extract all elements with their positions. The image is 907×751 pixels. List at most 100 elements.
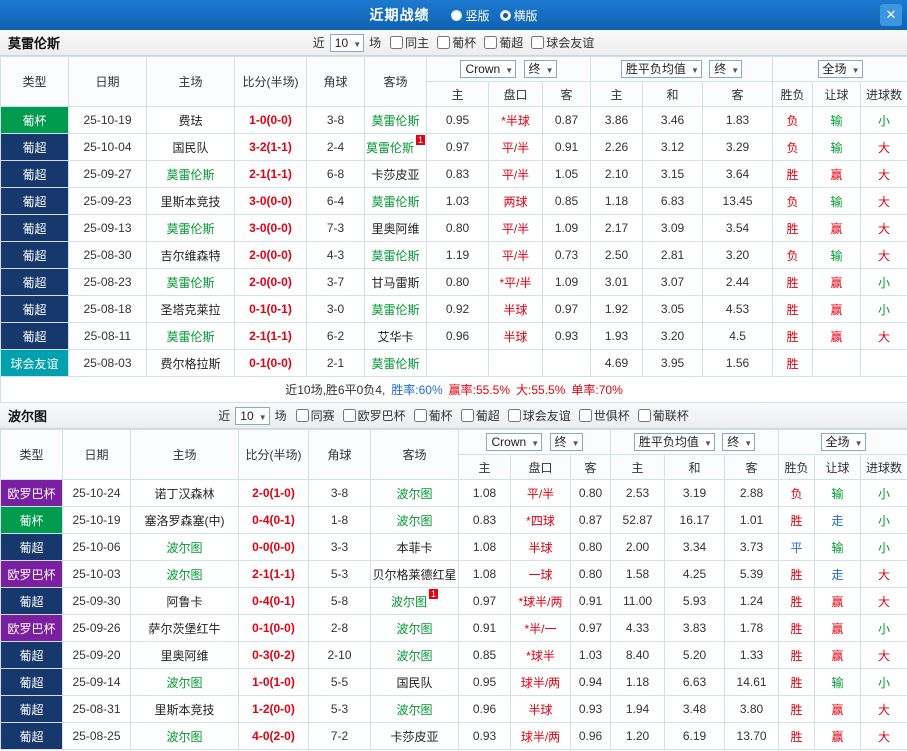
handicap-odds-away: 1.09: [541, 214, 592, 242]
checkbox-icon[interactable]: [637, 409, 651, 422]
corner-score: 3-8: [306, 106, 365, 134]
match-date: 25-08-18: [68, 295, 147, 323]
filter-bar: 近 10 场 同主 葡杯 葡超 球会友谊: [313, 33, 594, 53]
filter-checkbox-同主[interactable]: 同主: [390, 34, 429, 51]
layout-radio-vertical[interactable]: 竖版: [451, 7, 490, 24]
handicap-odds-home: 0.96: [426, 322, 489, 350]
handicap-odds-away: 0.97: [541, 295, 592, 323]
checkbox-icon[interactable]: [578, 409, 592, 422]
avg-odds-select[interactable]: 胜平负均值: [633, 433, 715, 452]
close-icon[interactable]: ✕: [880, 4, 902, 26]
checkbox-icon[interactable]: [484, 36, 498, 49]
handicap-result-cell: 输: [812, 133, 862, 161]
filter-checkbox-球会友谊[interactable]: 球会友谊: [531, 34, 594, 51]
results-table-body: 葡杯 25-10-19 费珐 1-0(0-0) 3-8 莫雷伦斯 0.95 *半球 0.87 3.…: [0, 106, 907, 403]
col-home: 主场: [146, 56, 235, 107]
bookmaker-select[interactable]: Crown: [486, 433, 543, 452]
filter-checkbox-葡杯[interactable]: 葡杯: [437, 34, 476, 51]
match-row: 葡超 25-10-04 国民队 3-2(1-1) 2-4 莫雷伦斯1 0.97 平/半 0.91…: [0, 133, 907, 161]
col-away: 客场: [364, 56, 427, 107]
avg-odds-home: 1.20: [610, 722, 666, 750]
checkbox-icon[interactable]: [507, 409, 521, 422]
goals-result-cell: 小: [860, 506, 907, 534]
goals-result-cell: 大: [860, 133, 907, 161]
checkbox-icon[interactable]: [342, 409, 356, 422]
match-row: 葡超 25-09-20 里奥阿维 0-3(0-2) 2-10 波尔图 0.85 *球半 1.03…: [0, 641, 907, 669]
filter-checkbox-欧罗巴杯[interactable]: 欧罗巴杯: [342, 407, 406, 424]
match-date: 25-10-19: [68, 106, 147, 134]
handicap-odds-home: 0.83: [426, 160, 489, 188]
avg-odds-away: 1.56: [702, 349, 774, 377]
handicap-result-cell: 输: [814, 533, 862, 561]
filter-checkbox-葡超[interactable]: 葡超: [460, 407, 500, 424]
layout-radio-horizontal[interactable]: 横版: [499, 7, 538, 24]
match-score: 0-1(0-1): [234, 295, 307, 323]
avg-final-select[interactable]: 终: [709, 60, 743, 79]
match-date: 25-08-30: [68, 241, 147, 269]
bookmaker-select[interactable]: Crown: [460, 60, 517, 79]
handicap-line: *半球: [488, 106, 543, 134]
handicap-odds-away: 0.96: [569, 722, 612, 750]
avg-odds-away: 4.53: [702, 295, 774, 323]
handicap-odds-away: 0.87: [541, 106, 592, 134]
avg-odds-away: 3.54: [702, 214, 774, 242]
avg-odds-home: 1.18: [590, 187, 644, 215]
result-cell: 胜: [772, 160, 814, 188]
handicap-final-select[interactable]: 终: [523, 60, 557, 79]
handicap-odds-home: 0.97: [458, 587, 511, 615]
filter-checkbox-葡超[interactable]: 葡超: [484, 34, 523, 51]
handicap-line: 平/半: [488, 160, 543, 188]
filter-checkbox-同赛[interactable]: 同赛: [295, 407, 335, 424]
match-date: 25-08-25: [62, 722, 131, 750]
corner-score: 2-8: [308, 614, 371, 642]
checkbox-icon[interactable]: [413, 409, 427, 422]
avg-final-select[interactable]: 终: [722, 433, 756, 452]
scope-select[interactable]: 全场: [817, 60, 863, 79]
match-score: 2-0(0-0): [234, 241, 307, 269]
handicap-line: 两球: [488, 187, 543, 215]
checkbox-icon[interactable]: [437, 36, 451, 49]
match-score: 0-3(0-2): [238, 641, 309, 669]
avg-odds-home: 4.69: [590, 349, 644, 377]
handicap-odds-home: 0.85: [458, 641, 511, 669]
handicap-result-cell: 赢: [814, 695, 862, 723]
handicap-odds-away: 1.05: [541, 160, 592, 188]
competition-badge: 欧罗巴杯: [0, 479, 63, 507]
checkbox-icon[interactable]: [531, 36, 545, 49]
handicap-final-select[interactable]: 终: [549, 433, 583, 452]
radio-vertical-label: 竖版: [465, 8, 490, 23]
checkbox-icon[interactable]: [460, 409, 474, 422]
competition-badge: 葡超: [0, 533, 63, 561]
avg-odds-home: 2.17: [590, 214, 644, 242]
result-cell: 负: [772, 106, 814, 134]
checkbox-icon[interactable]: [390, 36, 404, 49]
avg-odds-home: 1.92: [590, 295, 644, 323]
scope-select[interactable]: 全场: [820, 433, 866, 452]
competition-badge: 欧罗巴杯: [0, 560, 63, 588]
handicap-odds-away: 1.03: [569, 641, 612, 669]
games-count-select[interactable]: 10: [235, 406, 270, 426]
filter-checkbox-世俱杯[interactable]: 世俱杯: [578, 407, 630, 424]
handicap-line: *球半: [510, 641, 571, 669]
team-section-header: 波尔图 近 10 场 同赛 欧罗巴杯 葡杯 葡超 球会友谊 世俱杯 葡联杯: [0, 403, 907, 429]
filter-checkbox-葡杯[interactable]: 葡杯: [413, 407, 453, 424]
competition-badge: 球会友谊: [0, 349, 69, 377]
match-score: 1-0(1-0): [238, 668, 309, 696]
radio-checked-icon: [499, 9, 511, 21]
filter-checkbox-球会友谊[interactable]: 球会友谊: [507, 407, 571, 424]
games-count-select[interactable]: 10: [329, 33, 365, 53]
handicap-odds-home: 0.93: [458, 722, 511, 750]
avg-odds-select[interactable]: 胜平负均值: [620, 60, 702, 79]
avg-odds-home: 1.94: [610, 695, 666, 723]
handicap-odds-group: Crown 终: [457, 429, 612, 455]
corner-score: 3-3: [308, 533, 371, 561]
avg-odds-draw: 3.15: [642, 160, 704, 188]
handicap-odds-group: Crown 终: [425, 56, 592, 82]
filter-checkbox-葡联杯[interactable]: 葡联杯: [637, 407, 689, 424]
handicap-odds-home: 0.95: [426, 106, 489, 134]
match-row: 葡超 25-08-30 吉尔维森特 2-0(0-0) 4-3 莫雷伦斯 1.19 平/半 0.7…: [0, 241, 907, 269]
match-score: 4-0(2-0): [238, 722, 309, 750]
checkbox-icon[interactable]: [295, 409, 309, 422]
result-cell: 胜: [778, 560, 816, 588]
avg-odds-away: 1.24: [724, 587, 780, 615]
